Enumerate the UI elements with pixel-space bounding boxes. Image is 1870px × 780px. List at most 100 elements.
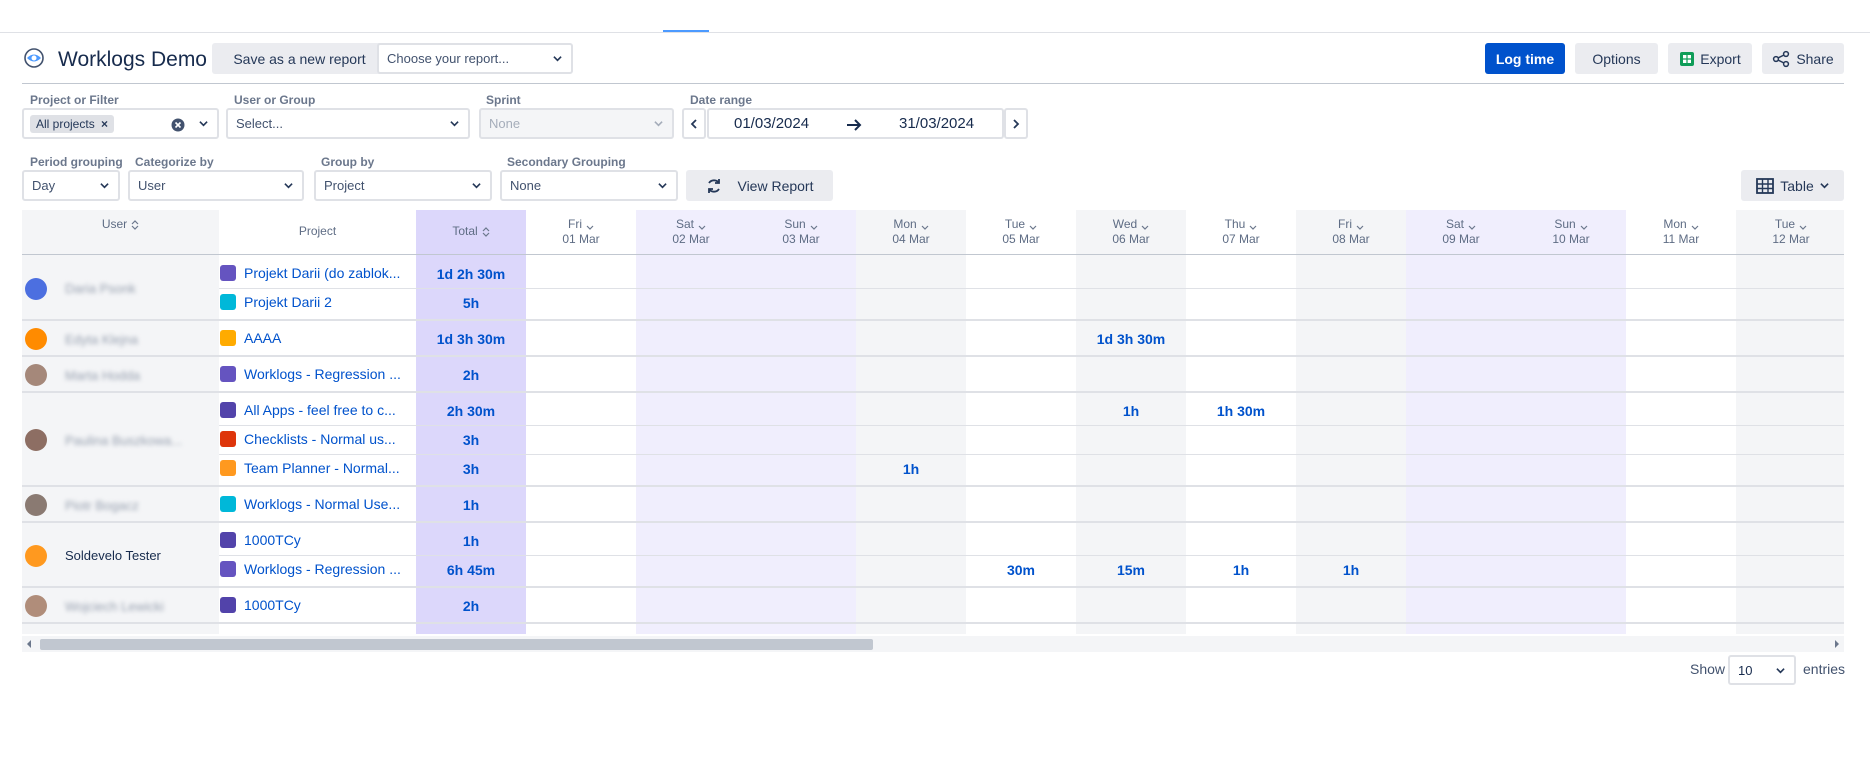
day-header[interactable]: Mon 04 Mar [856,210,966,254]
user-cell[interactable]: Wojciech Lewicki [22,588,164,624]
day-value[interactable]: 1h [1076,403,1186,419]
project-link[interactable]: Worklogs - Normal Use... [220,496,400,512]
total-value[interactable]: 5h [416,295,526,311]
sort-icon[interactable] [1356,220,1364,230]
project-name[interactable]: All Apps - feel free to c... [244,402,396,418]
total-header[interactable]: Total [416,210,526,254]
date-to[interactable]: 31/03/2024 [899,115,974,132]
user-cell[interactable]: Paulina Buszkowa... [22,393,182,487]
project-name[interactable]: Worklogs - Regression ... [244,561,401,577]
period-grouping-select[interactable]: Day [22,170,120,201]
day-header[interactable]: Thu 07 Mar [1186,210,1296,254]
project-name[interactable]: Checklists - Normal us... [244,431,396,447]
project-name[interactable]: Projekt Darii (do zablok... [244,265,400,281]
day-value[interactable]: 1h [1186,562,1296,578]
scrollbar-thumb[interactable] [40,639,873,650]
total-value[interactable]: 2h [416,367,526,383]
entries-select[interactable]: 10 [1728,655,1796,685]
day-value[interactable]: 1h 30m [1186,403,1296,419]
day-header[interactable]: Sun 03 Mar [746,210,856,254]
scroll-right-icon[interactable] [1834,640,1840,648]
day-header[interactable]: Tue 12 Mar [1736,210,1844,254]
sort-icon[interactable] [1468,220,1476,230]
day-header[interactable]: Tue 05 Mar [966,210,1076,254]
day-value[interactable]: 1d 3h 30m [1076,331,1186,347]
project-link[interactable]: Projekt Darii (do zablok... [220,265,400,281]
total-value[interactable]: 1d 2h 30m [416,266,526,282]
total-value[interactable]: 2h 30m [416,403,526,419]
sort-icon[interactable] [1249,220,1257,230]
day-header[interactable]: Fri 08 Mar [1296,210,1406,254]
user-name[interactable]: Piotr Bogacz [65,498,139,513]
date-next-button[interactable] [1004,108,1028,139]
sort-icon[interactable] [1691,220,1699,230]
share-button[interactable]: Share [1762,43,1844,74]
user-name[interactable]: Wojciech Lewicki [65,599,164,614]
sort-icon[interactable] [921,220,929,230]
user-name[interactable]: Edyta Klejna [65,332,138,347]
user-name[interactable]: Marta Hodda [65,368,140,383]
sort-icon[interactable] [1580,220,1588,230]
date-range-input[interactable]: 01/03/2024 31/03/2024 [707,108,1004,139]
project-name[interactable]: Worklogs - Normal Use... [244,496,400,512]
project-name[interactable]: Projekt Darii 2 [244,294,332,310]
sort-icon[interactable] [482,226,490,237]
view-report-button[interactable]: View Report [686,170,833,201]
project-link[interactable]: Team Planner - Normal... [220,460,400,476]
day-header[interactable]: Sat 09 Mar [1406,210,1516,254]
report-select[interactable]: Choose your report... [377,43,573,74]
day-header[interactable]: Mon 11 Mar [1626,210,1736,254]
export-button[interactable]: Export [1668,43,1752,74]
chip-remove-icon[interactable]: × [101,117,108,131]
view-mode-button[interactable]: Table [1741,170,1844,201]
clear-icon[interactable] [171,118,185,132]
project-filter-select[interactable]: All projects × [22,108,219,139]
total-value[interactable]: 3h [416,461,526,477]
categorize-select[interactable]: User [128,170,304,201]
project-link[interactable]: All Apps - feel free to c... [220,402,396,418]
sort-icon[interactable] [1029,220,1037,230]
horizontal-scrollbar[interactable] [22,636,1844,652]
date-from[interactable]: 01/03/2024 [734,115,809,132]
day-header[interactable]: Wed 06 Mar [1076,210,1186,254]
total-value[interactable]: 3h [416,432,526,448]
project-link[interactable]: Worklogs - Regression ... [220,366,401,382]
secondary-grouping-select[interactable]: None [500,170,678,201]
user-filter-select[interactable]: Select... [226,108,470,139]
log-time-button[interactable]: Log time [1485,43,1565,74]
day-value[interactable]: 1h [1296,562,1406,578]
sort-icon[interactable] [698,220,706,230]
day-value[interactable]: 30m [966,562,1076,578]
total-value[interactable]: 1h [416,497,526,513]
sort-icon[interactable] [1799,220,1807,230]
total-value[interactable]: 2h [416,598,526,614]
project-link[interactable]: Projekt Darii 2 [220,294,332,310]
user-name[interactable]: Daria Psonk [65,281,136,296]
project-name[interactable]: 1000TCy [244,532,301,548]
project-name[interactable]: Team Planner - Normal... [244,460,400,476]
day-header[interactable]: Sun 10 Mar [1516,210,1626,254]
date-prev-button[interactable] [682,108,706,139]
day-value[interactable]: 1h [856,461,966,477]
user-header[interactable]: User [22,210,219,254]
user-cell[interactable]: Piotr Bogacz [22,487,139,523]
sort-icon[interactable] [1141,220,1149,230]
total-value[interactable]: 1h [416,533,526,549]
sort-icon[interactable] [131,219,139,230]
project-name[interactable]: 1000TCy [244,597,301,613]
day-header[interactable]: Sat 02 Mar [636,210,746,254]
project-name[interactable]: Worklogs - Regression ... [244,366,401,382]
save-as-new-report-button[interactable]: Save as a new report [212,43,387,74]
day-value[interactable]: 15m [1076,562,1186,578]
scroll-left-icon[interactable] [26,640,32,648]
group-by-select[interactable]: Project [314,170,492,201]
project-link[interactable]: Checklists - Normal us... [220,431,396,447]
user-cell[interactable]: Daria Psonk [22,256,136,321]
project-link[interactable]: 1000TCy [220,532,301,548]
project-link[interactable]: 1000TCy [220,597,301,613]
options-button[interactable]: Options [1575,43,1658,74]
total-value[interactable]: 1d 3h 30m [416,331,526,347]
project-name[interactable]: AAAA [244,330,281,346]
sort-icon[interactable] [810,220,818,230]
sort-icon[interactable] [586,220,594,230]
